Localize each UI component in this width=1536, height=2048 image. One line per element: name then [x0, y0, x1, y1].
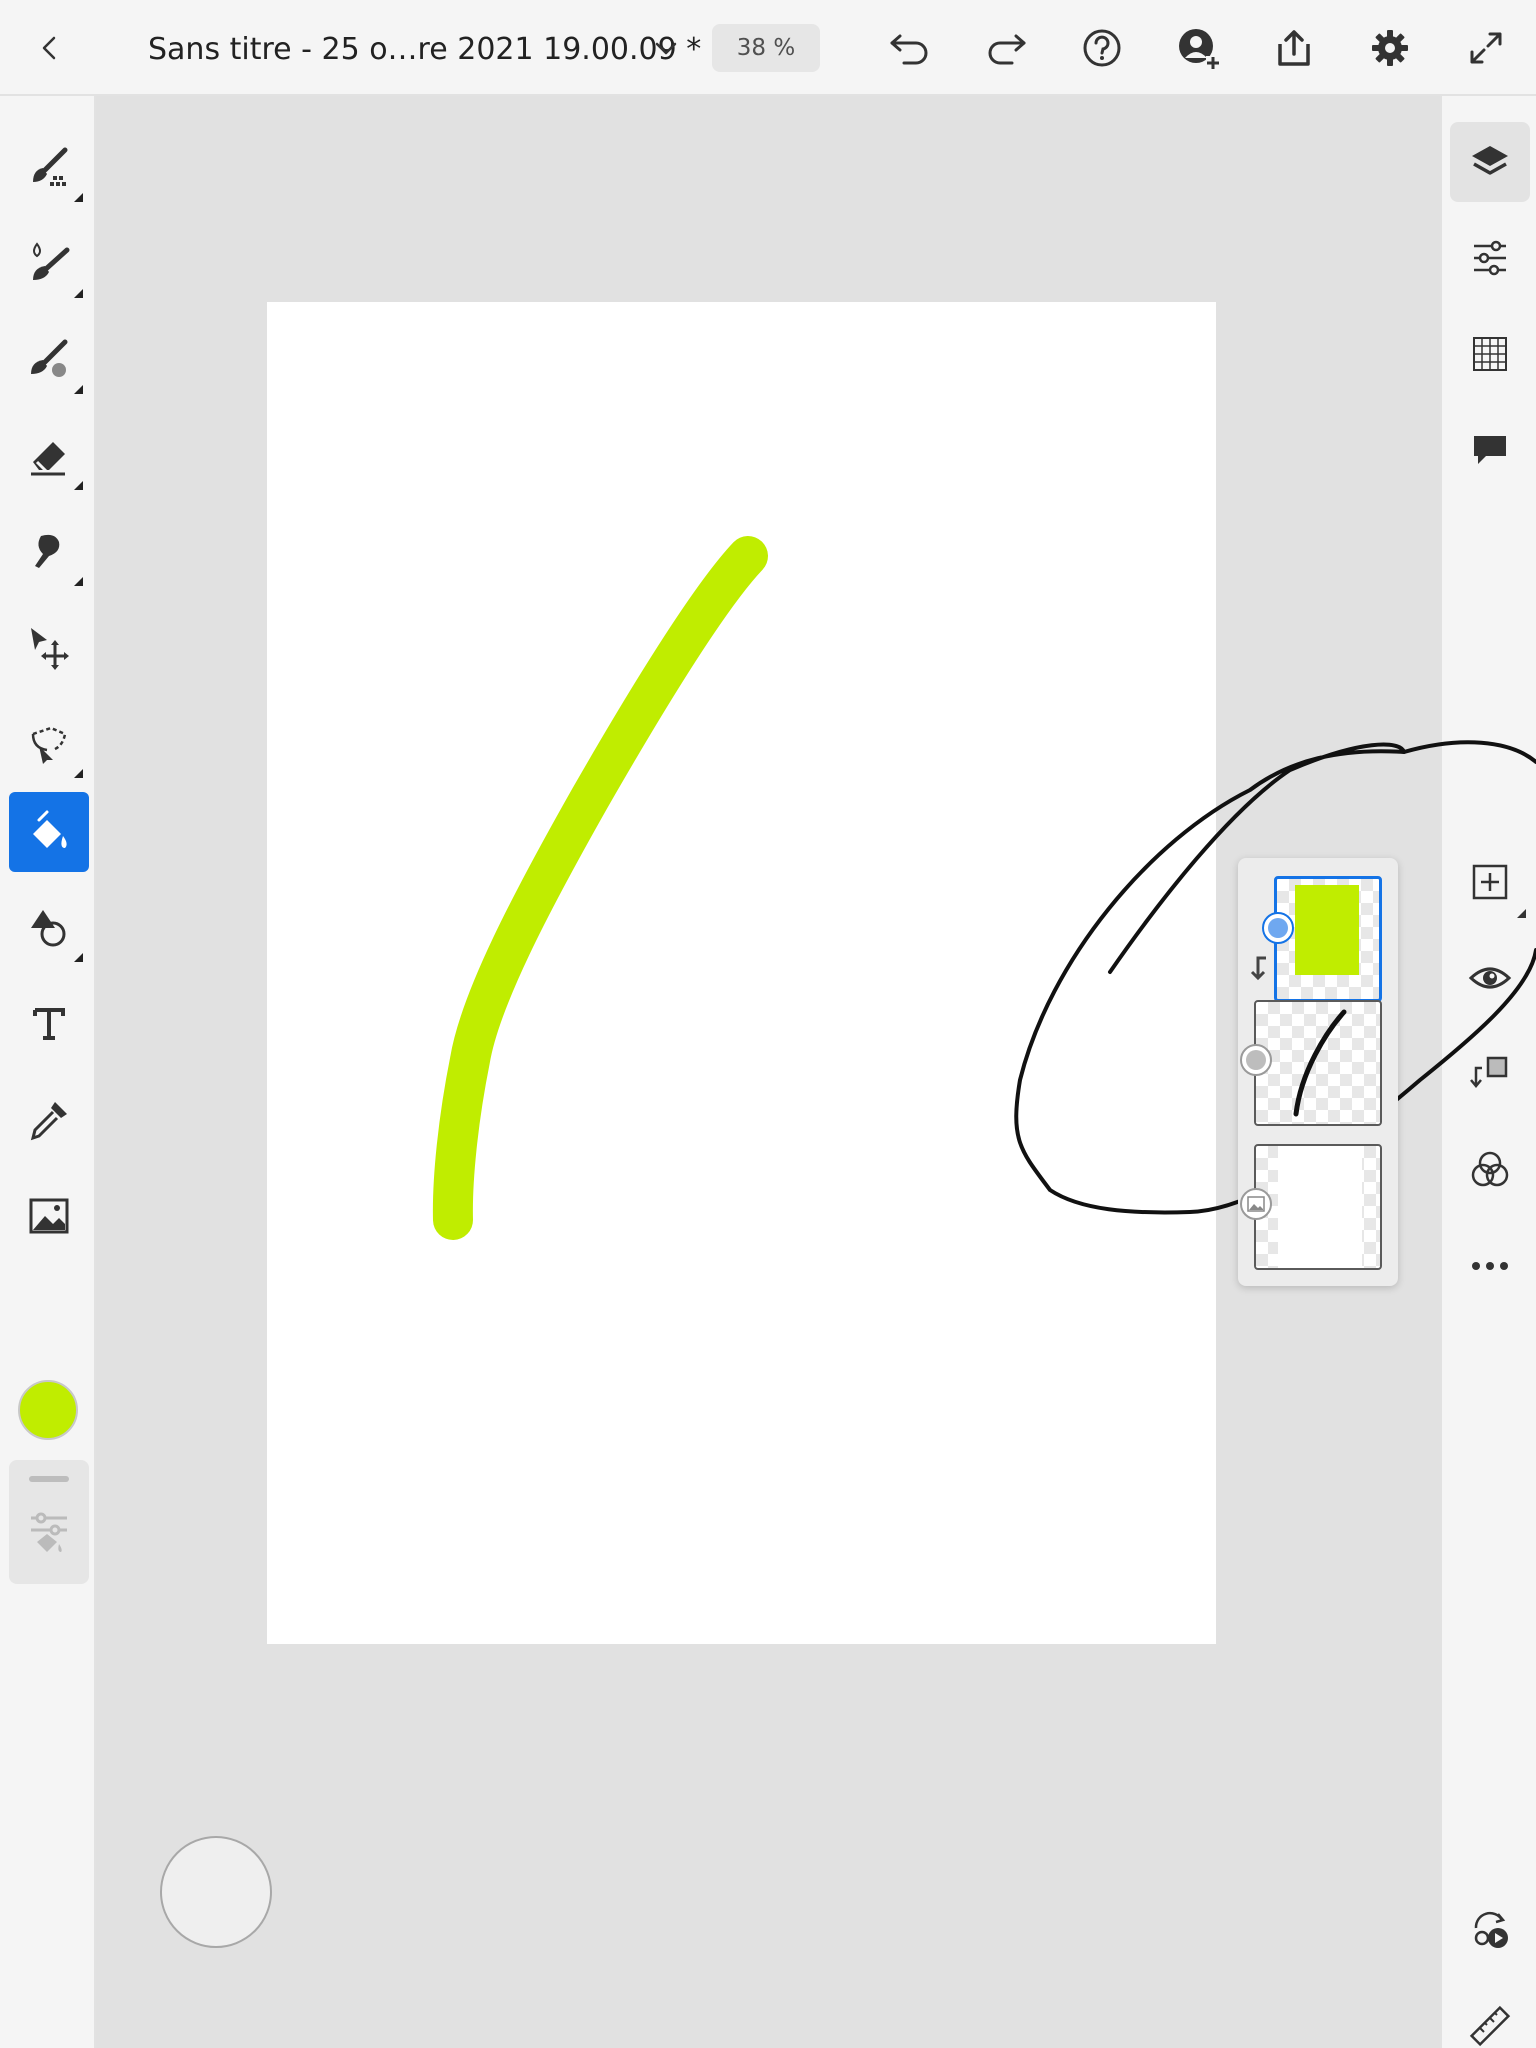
help-icon [1083, 29, 1121, 67]
smudge-tool[interactable] [9, 512, 89, 592]
document-title[interactable]: Sans titre - 25 o…re 2021 19.00.09 * [148, 28, 701, 72]
background-fill [1278, 1146, 1362, 1268]
touch-shortcut-button[interactable] [160, 1836, 272, 1948]
gear-icon [1372, 30, 1408, 66]
expand-icon [1470, 32, 1502, 64]
vector-brush-icon [31, 339, 68, 377]
share-button[interactable] [1264, 18, 1324, 78]
color-picker[interactable] [18, 1380, 78, 1440]
more-options-button[interactable] [1450, 1226, 1530, 1306]
tool-properties-panel[interactable] [9, 1460, 89, 1584]
shapes-icon [31, 910, 66, 947]
live-brush-tool[interactable] [9, 224, 89, 304]
clipping-mask-icon [1470, 1056, 1508, 1088]
stroke-preview [1293, 1009, 1347, 1117]
eyedropper-icon [30, 1102, 67, 1141]
layer-background-thumbnail[interactable] [1254, 1144, 1382, 1270]
shapes-tool[interactable] [9, 888, 89, 968]
paint-bucket-icon [33, 810, 67, 848]
right-toolbar [1440, 96, 1536, 2048]
invite-button[interactable] [1168, 18, 1228, 78]
settings-button[interactable] [1360, 18, 1420, 78]
live-brush-icon [33, 242, 70, 280]
chevron-down-icon [655, 42, 677, 55]
timelapse-icon [1474, 1911, 1508, 1948]
left-toolbar [0, 96, 96, 2048]
background-layer-indicator[interactable] [1240, 1188, 1272, 1220]
ruler-button[interactable] [1450, 1986, 1530, 2048]
pixel-brush-icon [33, 147, 68, 186]
layer-stroke-thumbnail[interactable] [1254, 1000, 1382, 1126]
redo-button[interactable] [976, 18, 1036, 78]
selection-tool[interactable] [9, 704, 89, 784]
comments-button[interactable] [1450, 410, 1530, 490]
comment-icon [1474, 436, 1506, 464]
adjustments-button[interactable] [1450, 218, 1530, 298]
share-icon [1278, 30, 1310, 66]
smudge-icon [35, 534, 60, 568]
ruler-icon [1469, 2005, 1511, 2047]
pixel-brush-tool[interactable] [9, 128, 89, 208]
fullscreen-button[interactable] [1456, 18, 1516, 78]
clipping-mask-button[interactable] [1450, 1034, 1530, 1114]
image-icon [1247, 1196, 1265, 1212]
lasso-icon [31, 726, 67, 764]
top-bar: Sans titre - 25 o…re 2021 19.00.09 * 38 … [0, 0, 1536, 96]
place-image-tool[interactable] [9, 1176, 89, 1256]
timelapse-button[interactable] [1450, 1890, 1530, 1970]
redo-icon [988, 34, 1026, 65]
visibility-icon [1468, 967, 1512, 989]
layer-selection-indicator[interactable] [1262, 912, 1294, 944]
layers-panel-button[interactable] [1450, 122, 1530, 202]
clip-arrow-icon [1250, 956, 1266, 981]
move-icon [31, 628, 69, 670]
more-icon [1472, 1262, 1508, 1270]
fill-tool[interactable] [9, 792, 89, 872]
undo-icon [890, 34, 928, 65]
adjustments-icon [1474, 240, 1506, 276]
add-layer-button[interactable] [1450, 842, 1530, 922]
fill-settings-icon [31, 1512, 67, 1552]
undo-button[interactable] [880, 18, 940, 78]
eyedropper-tool[interactable] [9, 1080, 89, 1160]
back-button[interactable] [20, 18, 80, 78]
image-icon [29, 1198, 69, 1234]
vector-brush-tool[interactable] [9, 320, 89, 400]
eraser-icon [31, 442, 65, 476]
layers-panel [1238, 858, 1398, 1286]
text-tool[interactable] [9, 984, 89, 1064]
help-button[interactable] [1072, 18, 1132, 78]
add-layer-icon [1472, 864, 1508, 900]
layer-fill-thumbnail[interactable] [1274, 876, 1382, 1002]
blend-mode-button[interactable] [1450, 1130, 1530, 1210]
add-user-icon [1179, 29, 1220, 70]
document-menu-button[interactable] [636, 18, 696, 78]
grid-icon [1473, 337, 1507, 371]
transform-tool[interactable] [9, 608, 89, 688]
eraser-tool[interactable] [9, 416, 89, 496]
layers-icon [1472, 146, 1508, 175]
blend-mode-icon [1471, 1151, 1509, 1187]
text-icon [33, 1008, 65, 1040]
layer-indicator[interactable] [1240, 1044, 1272, 1076]
grid-button[interactable] [1450, 314, 1530, 394]
panel-grip[interactable] [29, 1476, 69, 1482]
canvas-artboard[interactable] [267, 302, 1216, 1644]
layer-visibility-button[interactable] [1450, 938, 1530, 1018]
layer-fill-swatch [1295, 885, 1359, 975]
chevron-left-icon [42, 36, 56, 60]
zoom-level[interactable]: 38 % [712, 24, 820, 72]
